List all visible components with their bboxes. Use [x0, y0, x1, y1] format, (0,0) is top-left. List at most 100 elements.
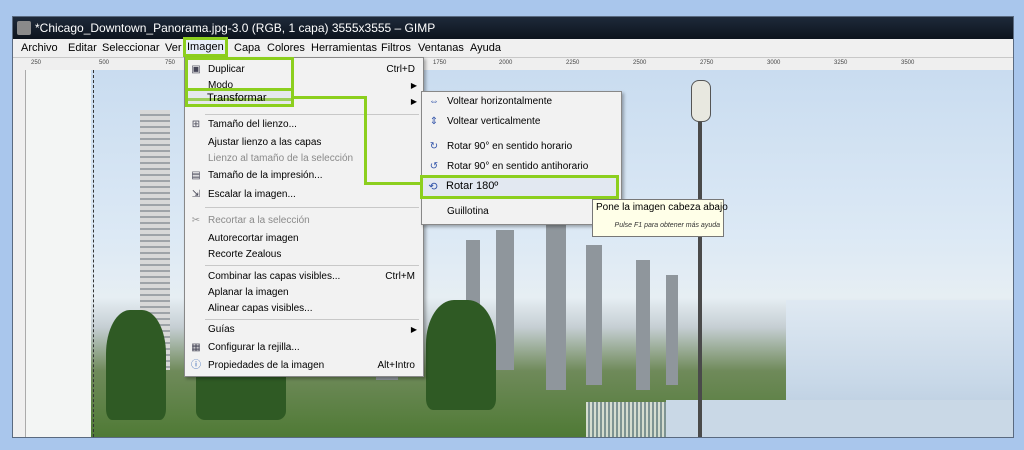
menu-item-lienzo-seleccion: Lienzo al tamaño de la selección: [185, 151, 423, 167]
canvas-margin: [26, 70, 91, 437]
menu-capa[interactable]: Capa: [234, 39, 260, 57]
menu-item-label: Autorecortar imagen: [208, 233, 299, 244]
submenu-arrow-icon: ▶: [410, 81, 417, 90]
rotate-180-icon: ⟲: [428, 181, 438, 193]
submenu-arrow-icon: ▶: [410, 97, 417, 106]
ruler-tick: 2500: [633, 60, 647, 66]
menu-item-combinar[interactable]: Combinar las capas visibles... Ctrl+M: [185, 269, 423, 285]
menu-item-label: Rotar 90° en sentido horario: [447, 141, 573, 152]
menu-item-label: Voltear horizontalmente: [447, 96, 553, 107]
menu-ver[interactable]: Ver: [165, 39, 182, 57]
ruler-tick: 2750: [700, 60, 714, 66]
shortcut-label: Ctrl+M: [385, 271, 415, 282]
building-image: [496, 230, 514, 370]
window-title: *Chicago_Downtown_Panorama.jpg-3.0 (RGB,…: [35, 21, 436, 35]
menu-item-alinear[interactable]: Alinear capas visibles...: [185, 301, 423, 317]
menu-item-tamano-lienzo[interactable]: ⊞ Tamaño del lienzo...: [185, 117, 423, 133]
menu-item-label: Rotar 90° en sentido antihorario: [447, 161, 589, 172]
ruler-tick: 250: [31, 60, 42, 66]
flip-vertical-icon: ⇕: [429, 116, 439, 127]
crop-icon: ✂: [191, 215, 201, 226]
ruler-tick: 3500: [901, 60, 915, 66]
tooltip: Pone la imagen cabeza abajo Pulse F1 par…: [592, 199, 728, 237]
ruler-tick: 3250: [834, 60, 848, 66]
menu-item-label: Guillotina: [447, 206, 489, 217]
print-size-icon: ▤: [191, 170, 201, 181]
grid-icon: ▦: [191, 342, 201, 353]
menu-item-recortar-seleccion: ✂ Recortar a la selección: [185, 213, 423, 229]
shortcut-label: Alt+Intro: [377, 360, 415, 371]
menu-item-ajustar-lienzo[interactable]: Ajustar lienzo a las capas: [185, 135, 423, 151]
menu-item-autorecortar[interactable]: Autorecortar imagen: [185, 231, 423, 247]
menu-separator: [205, 319, 419, 320]
menu-ventanas[interactable]: Ventanas: [418, 39, 464, 57]
rotate-counterclockwise-icon: ↺: [429, 161, 439, 172]
menu-item-voltear-horizontal[interactable]: ⇔ Voltear horizontalmente: [422, 93, 621, 111]
menu-item-voltear-vertical[interactable]: ⇕ Voltear verticalmente: [422, 113, 621, 131]
menu-editar[interactable]: Editar: [68, 39, 97, 57]
menu-colores[interactable]: Colores: [267, 39, 305, 57]
connector-line: [294, 96, 366, 99]
title-bar: *Chicago_Downtown_Panorama.jpg-3.0 (RGB,…: [13, 17, 1013, 39]
building-image: [546, 220, 566, 390]
menu-item-label: Aplanar la imagen: [208, 287, 289, 298]
tooltip-text: Pone la imagen cabeza abajo: [596, 202, 728, 213]
transformar-label: Transformar: [207, 92, 267, 104]
menu-item-guias[interactable]: Guías ▶: [185, 322, 423, 338]
flip-horizontal-icon: ⇔: [429, 96, 439, 107]
tree-image: [426, 300, 496, 410]
connector-line: [364, 182, 421, 185]
gimp-window: *Chicago_Downtown_Panorama.jpg-3.0 (RGB,…: [12, 16, 1014, 438]
info-icon: ⓘ: [191, 360, 201, 371]
menu-item-label: Combinar las capas visibles...: [208, 271, 341, 282]
vertical-ruler[interactable]: [13, 70, 26, 437]
menu-item-label: Configurar la rejilla...: [208, 342, 300, 353]
menu-item-label: Escalar la imagen...: [208, 189, 296, 200]
menu-ayuda[interactable]: Ayuda: [470, 39, 501, 57]
menu-item-rejilla[interactable]: ▦ Configurar la rejilla...: [185, 340, 423, 356]
menu-item-label: Ajustar lienzo a las capas: [208, 137, 322, 148]
menu-bar: Archivo Editar Seleccionar Ver Imagen Ca…: [13, 37, 1013, 58]
canvas-size-icon: ⊞: [191, 119, 201, 130]
shortcut-label: Ctrl+D: [386, 64, 415, 75]
lamp-head-image: [691, 80, 711, 122]
scale-icon: ⇲: [191, 189, 201, 200]
menu-item-label: Alinear capas visibles...: [208, 303, 313, 314]
tree-image: [106, 310, 166, 420]
menu-seleccionar[interactable]: Seleccionar: [102, 39, 159, 57]
menu-filtros[interactable]: Filtros: [381, 39, 411, 57]
ruler-tick: 500: [99, 60, 110, 66]
building-image: [636, 260, 650, 390]
menu-separator: [205, 265, 419, 266]
menu-item-rotar-90-horario[interactable]: ↻ Rotar 90° en sentido horario: [422, 138, 621, 156]
ruler-tick: 3000: [767, 60, 781, 66]
ruler-tick: 2000: [499, 60, 513, 66]
menu-item-recorte-zealous[interactable]: Recorte Zealous: [185, 247, 423, 263]
menu-item-label: Recortar a la selección: [208, 215, 310, 226]
menu-item-label: Propiedades de la imagen: [208, 360, 325, 371]
gimp-app-icon: [17, 21, 31, 35]
menu-item-propiedades[interactable]: ⓘ Propiedades de la imagen Alt+Intro: [185, 358, 423, 374]
menu-separator: [205, 207, 419, 208]
screenshot-frame: *Chicago_Downtown_Panorama.jpg-3.0 (RGB,…: [0, 0, 1024, 450]
tooltip-hint: Pulse F1 para obtener más ayuda: [614, 222, 720, 229]
ruler-tick: 2250: [566, 60, 580, 66]
building-image: [666, 275, 678, 385]
menu-imagen[interactable]: Imagen: [183, 37, 228, 57]
ruler-tick: 750: [165, 60, 176, 66]
menu-item-aplanar[interactable]: Aplanar la imagen: [185, 285, 423, 301]
menu-archivo[interactable]: Archivo: [21, 39, 58, 57]
menu-item-rotar-90-antihorario[interactable]: ↺ Rotar 90° en sentido antihorario: [422, 158, 621, 176]
menu-item-escalar[interactable]: ⇲ Escalar la imagen...: [185, 187, 423, 203]
submenu-arrow-icon: ▶: [410, 325, 417, 334]
layer-boundary: [93, 70, 94, 437]
ruler-tick: 1750: [433, 60, 447, 66]
building-image: [586, 245, 602, 385]
menu-item-label: Recorte Zealous: [208, 249, 282, 260]
menu-item-label: Guías: [208, 324, 235, 335]
menu-item-label: Lienzo al tamaño de la selección: [208, 153, 354, 164]
lamppost-image: [698, 100, 702, 437]
menu-item-label: Tamaño de la impresión...: [208, 170, 323, 181]
menu-item-label: Voltear verticalmente: [447, 116, 541, 127]
menu-herramientas[interactable]: Herramientas: [311, 39, 377, 57]
